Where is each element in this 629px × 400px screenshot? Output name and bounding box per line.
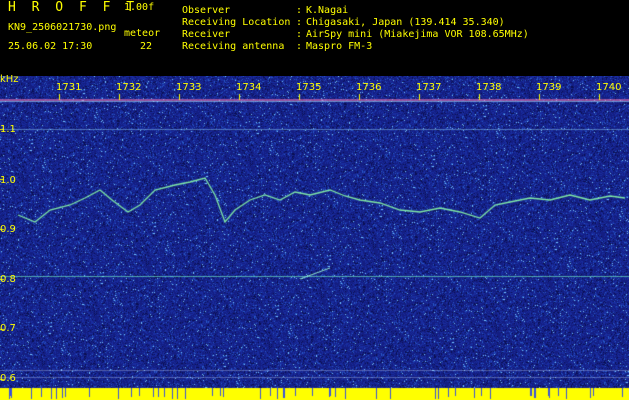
version-label: 1.00f	[124, 2, 155, 13]
file-name: KN9_2506021730.png	[8, 22, 117, 33]
y-tick-label: 0.9	[0, 224, 16, 235]
time-tick-label: 1740	[596, 82, 622, 93]
field-value-antenna: Maspro FM-3	[306, 41, 373, 52]
y-tick-label: 1.0	[0, 175, 16, 186]
time-tick-label: 1734	[236, 82, 262, 93]
y-tick-label: 0.7	[0, 323, 16, 334]
field-value-location: Chigasaki, Japan (139.414 35.340)	[306, 17, 505, 28]
field-label-receiver: Receiver	[182, 29, 231, 40]
field-separator: :	[296, 5, 303, 16]
field-separator: :	[296, 29, 303, 40]
spectrogram-canvas	[0, 76, 629, 400]
header-panel: H R O F F T 1.00f KN9_2506021730.png met…	[0, 0, 629, 76]
field-label-location: Receiving Location	[182, 17, 291, 28]
time-tick-label: 1737	[416, 82, 442, 93]
field-label-observer: Observer	[182, 5, 231, 16]
y-tick-label: 1.1	[0, 124, 16, 135]
field-value-observer: K.Nagai	[306, 5, 349, 16]
app-name: H R O F F T	[8, 0, 139, 15]
time-tick-label: 1731	[56, 82, 82, 93]
field-label-antenna: Receiving antenna	[182, 41, 285, 52]
axis-unit-label: kHz	[0, 74, 19, 85]
field-separator: :	[296, 17, 303, 28]
time-tick-label: 1732	[116, 82, 142, 93]
event-count: 22	[140, 41, 153, 52]
time-tick-label: 1739	[536, 82, 562, 93]
field-separator: :	[296, 41, 303, 52]
field-value-receiver: AirSpy mini (Miakejima VOR 108.65MHz)	[306, 29, 529, 40]
y-tick-label: 0.8	[0, 274, 16, 285]
time-tick-label: 1738	[476, 82, 502, 93]
timestamp: 25.06.02 17:30	[8, 41, 93, 52]
time-tick-label: 1736	[356, 82, 382, 93]
time-tick-label: 1735	[296, 82, 322, 93]
station-tag: meteor	[124, 28, 161, 39]
y-tick-label: 0.6	[0, 373, 16, 384]
time-tick-label: 1733	[176, 82, 202, 93]
